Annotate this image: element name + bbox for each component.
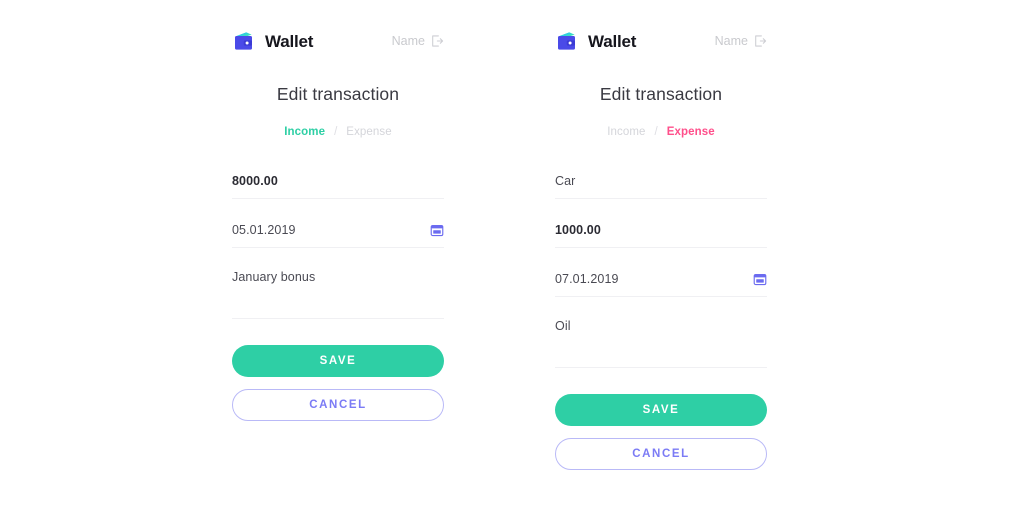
save-button[interactable]: SAVE [232, 345, 444, 377]
user-name: Name [391, 33, 425, 48]
transaction-type-tabs: Income / Expense [555, 126, 767, 138]
tab-income[interactable]: Income [284, 126, 325, 138]
user-area[interactable]: Name [392, 34, 444, 48]
date-field[interactable]: 05.01.2019 [232, 212, 444, 248]
cancel-button[interactable]: CANCEL [232, 389, 444, 421]
amount-field[interactable]: 8000.00 [232, 163, 444, 199]
comment-value: January bonus [232, 270, 316, 284]
calendar-icon[interactable] [430, 223, 444, 237]
category-field[interactable]: Car [555, 163, 767, 199]
card-header: Wallet Name [232, 26, 444, 56]
transaction-form: Car 1000.00 07.01.2019 Oil [555, 163, 767, 368]
brand: Wallet [555, 29, 636, 53]
wallet-icon [235, 32, 252, 50]
tab-expense[interactable]: Expense [346, 126, 391, 138]
category-value: Car [555, 173, 576, 188]
wallet-icon [558, 32, 575, 50]
date-value: 05.01.2019 [232, 222, 296, 237]
tab-expense[interactable]: Expense [667, 126, 715, 138]
app-root: Wallet Name Edit transaction Income / Ex… [0, 0, 1012, 525]
card-header: Wallet Name [555, 26, 767, 56]
comment-field[interactable]: Oil [555, 310, 767, 368]
date-field[interactable]: 07.01.2019 [555, 261, 767, 297]
transaction-type-tabs: Income / Expense [232, 126, 444, 138]
calendar-icon[interactable] [753, 272, 767, 286]
amount-value: 1000.00 [555, 222, 601, 237]
amount-field[interactable]: 1000.00 [555, 212, 767, 248]
form-actions: SAVE CANCEL [232, 345, 444, 421]
amount-value: 8000.00 [232, 173, 278, 188]
save-button[interactable]: SAVE [555, 394, 767, 426]
income-transaction-card: Wallet Name Edit transaction Income / Ex… [232, 26, 444, 421]
date-value: 07.01.2019 [555, 271, 619, 286]
brand: Wallet [232, 29, 313, 53]
form-actions: SAVE CANCEL [555, 394, 767, 470]
brand-name: Wallet [588, 31, 637, 51]
expense-transaction-card: Wallet Name Edit transaction Income / Ex… [555, 26, 767, 470]
tab-income[interactable]: Income [607, 126, 645, 138]
tab-separator: / [334, 126, 338, 138]
comment-field[interactable]: January bonus [232, 261, 444, 319]
logout-icon[interactable] [430, 34, 444, 48]
page-title: Edit transaction [599, 84, 723, 104]
cancel-button[interactable]: CANCEL [555, 438, 767, 470]
transaction-form: 8000.00 05.01.2019 January bonus [232, 163, 444, 319]
comment-value: Oil [555, 319, 571, 333]
tab-separator: / [654, 126, 658, 138]
logout-icon[interactable] [753, 34, 767, 48]
user-name: Name [714, 33, 748, 48]
brand-name: Wallet [265, 31, 314, 51]
page-title: Edit transaction [276, 84, 400, 104]
user-area[interactable]: Name [715, 34, 767, 48]
